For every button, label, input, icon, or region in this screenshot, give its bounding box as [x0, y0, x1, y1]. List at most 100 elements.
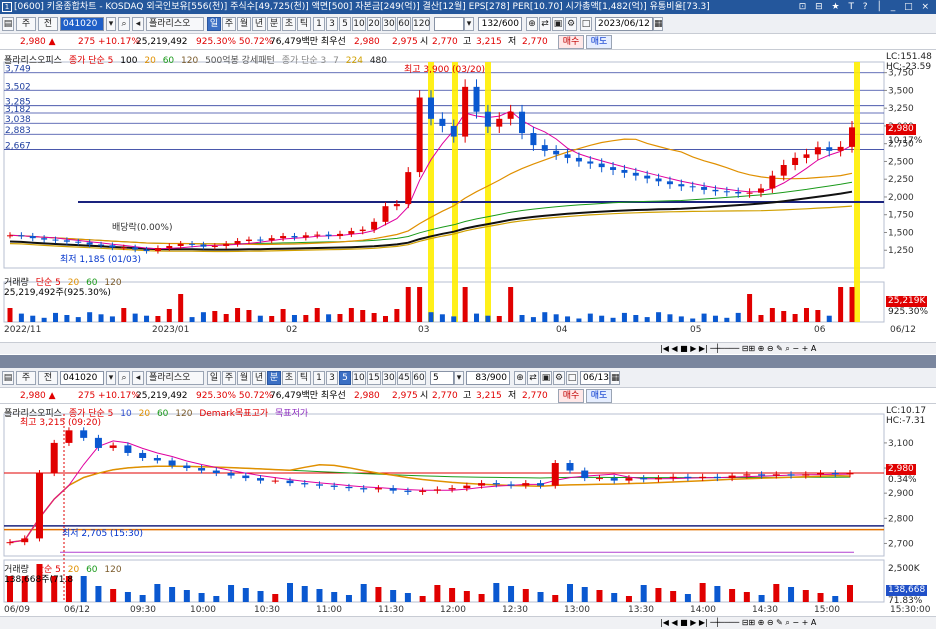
minute-120-btn[interactable]: 120 — [412, 17, 430, 31]
stock-type-select[interactable]: 주 — [16, 371, 36, 385]
minute-30-btn[interactable]: 30 — [382, 17, 396, 31]
calendar-icon[interactable]: ▦ — [610, 371, 620, 385]
y-axis-label: 2,250 — [888, 175, 914, 185]
volume-bar — [371, 313, 377, 322]
search-icon[interactable]: ⌕ — [118, 371, 130, 385]
daily-price-chart[interactable]: 3,7503,5003,2503,0002,7502,5002,2502,000… — [0, 50, 936, 342]
volume-bar — [87, 312, 93, 322]
minute-30-btn[interactable]: 30 — [382, 371, 396, 385]
candle-body — [41, 238, 48, 240]
interval-input[interactable]: 5 — [430, 371, 454, 385]
settings-icon[interactable]: ⚙ — [553, 371, 565, 385]
bottom-chart-panel[interactable]: 3,1003,0002,9002,8002,70006/0906/1209:30… — [0, 404, 936, 616]
top-scrollbar[interactable]: |◀ ◀ ■ ▶ ▶| ─┼──── ⊟⊞ ⊕ ⊖ ✎ ⌕ − + A — [0, 342, 936, 354]
volume-bar — [316, 589, 323, 602]
minute-5-btn[interactable]: 5 — [339, 17, 351, 31]
save-icon[interactable]: ▣ — [552, 17, 564, 31]
date-input[interactable]: 2023/06/12 — [595, 17, 653, 31]
legend-ma10: 10 — [120, 409, 132, 419]
link-icon[interactable]: ⇄ — [539, 17, 551, 31]
sell-button[interactable]: 매도 — [586, 35, 612, 49]
prev-next-icon[interactable]: ◂ — [132, 17, 144, 31]
minute-price-chart[interactable]: 3,1003,0002,9002,8002,70006/0906/1209:30… — [0, 404, 936, 616]
volume-bar — [189, 317, 195, 322]
legend-ma7: 7 — [333, 56, 339, 66]
volume-bar — [611, 593, 618, 602]
volume-bar — [257, 315, 263, 322]
bar-count-field[interactable]: 132/600 — [478, 17, 522, 31]
minute-20-btn[interactable]: 20 — [367, 17, 381, 31]
period-month-tab[interactable]: 월 — [237, 371, 251, 385]
candle-body — [837, 146, 844, 151]
minute-1-btn[interactable]: 1 — [313, 17, 325, 31]
stock-name-field[interactable]: 폴라리스오 — [146, 17, 204, 31]
period-day-tab[interactable]: 일 — [207, 17, 221, 31]
save-icon[interactable]: ▣ — [540, 371, 552, 385]
period-year-tab[interactable]: 년 — [252, 371, 266, 385]
stock-name-field[interactable]: 폴라리스오 — [146, 371, 204, 385]
settings-icon[interactable]: ⚙ — [565, 17, 577, 31]
minute-60-btn[interactable]: 60 — [412, 371, 426, 385]
top-volume-pct: 925.30% — [888, 307, 929, 317]
volume-bar — [519, 315, 525, 322]
candle-body — [393, 204, 400, 207]
prev-next-icon[interactable]: ◂ — [132, 371, 144, 385]
minute-45-btn[interactable]: 45 — [397, 371, 411, 385]
panel-menu-icon[interactable]: ▤ — [2, 17, 14, 31]
volume-bar — [223, 314, 229, 322]
bottom-chart-nav[interactable]: |◀ ◀ ■ ▶ ▶| ─┼──── ⊟⊞ ⊕ ⊖ ✎ ⌕ − + A — [660, 617, 816, 628]
minute-3-btn[interactable]: 3 — [326, 17, 338, 31]
buy-button[interactable]: 매수 — [558, 35, 584, 49]
buy-button[interactable]: 매수 — [558, 389, 584, 403]
minute-10-btn[interactable]: 10 — [352, 17, 366, 31]
period-second-tab[interactable]: 초 — [282, 371, 296, 385]
stock-code-input[interactable]: 041020 — [60, 17, 104, 31]
interval-dropdown-icon[interactable]: ▾ — [454, 371, 464, 385]
code-dropdown-icon[interactable]: ▾ — [106, 17, 116, 31]
y-axis-label: 1,750 — [888, 211, 914, 221]
custom-period-input[interactable] — [434, 17, 464, 31]
date-input[interactable]: 06/13 — [580, 371, 610, 385]
period-dropdown-icon[interactable]: ▾ — [464, 17, 474, 31]
stock-code-input[interactable]: 041020 — [60, 371, 104, 385]
period-day-tab[interactable]: 일 — [207, 371, 221, 385]
bottom-scrollbar[interactable]: |◀ ◀ ■ ▶ ▶| ─┼──── ⊟⊞ ⊕ ⊖ ✎ ⌕ − + A — [0, 616, 936, 629]
minute-10-btn[interactable]: 10 — [352, 371, 366, 385]
zoom-icon[interactable]: ⊕ — [526, 17, 538, 31]
panel-menu-icon[interactable]: ▤ — [2, 371, 14, 385]
link-icon[interactable]: ⇄ — [527, 371, 539, 385]
period-tick-tab[interactable]: 틱 — [297, 371, 311, 385]
period-week-tab[interactable]: 주 — [222, 17, 236, 31]
period-week-tab[interactable]: 주 — [222, 371, 236, 385]
stock-type-select[interactable]: 주 — [16, 17, 36, 31]
minute-5-btn[interactable]: 5 — [339, 371, 351, 385]
minute-60-btn[interactable]: 60 — [397, 17, 411, 31]
candle-body — [325, 234, 332, 237]
calendar-icon[interactable]: ▦ — [653, 17, 663, 31]
minute-15-btn[interactable]: 15 — [367, 371, 381, 385]
date-checkbox[interactable]: □ — [580, 17, 592, 31]
volume-bar — [712, 315, 718, 322]
period-month-tab[interactable]: 월 — [237, 17, 251, 31]
period-year-tab[interactable]: 년 — [252, 17, 266, 31]
code-dropdown-icon[interactable]: ▾ — [106, 371, 116, 385]
period-minute-tab[interactable]: 분 — [267, 371, 281, 385]
market-select[interactable]: 전 — [38, 17, 58, 31]
period-second-tab[interactable]: 초 — [282, 17, 296, 31]
period-minute-tab[interactable]: 분 — [267, 17, 281, 31]
zoom-icon[interactable]: ⊕ — [514, 371, 526, 385]
volume-bar — [53, 312, 59, 322]
minute-3-btn[interactable]: 3 — [326, 371, 338, 385]
volume-bar — [802, 590, 809, 602]
top-chart-nav[interactable]: |◀ ◀ ■ ▶ ▶| ─┼──── ⊟⊞ ⊕ ⊖ ✎ ⌕ − + A — [660, 343, 816, 354]
sell-button[interactable]: 매도 — [586, 389, 612, 403]
window-controls[interactable]: ⊡ ⊟ ★ T ? │ _ □ × — [799, 0, 932, 14]
top-chart-panel[interactable]: 3,7503,5003,2503,0002,7502,5002,2502,000… — [0, 50, 936, 342]
period-tick-tab[interactable]: 틱 — [297, 17, 311, 31]
bar-count-field[interactable]: 83/900 — [466, 371, 510, 385]
date-checkbox[interactable]: □ — [566, 371, 578, 385]
market-select[interactable]: 전 — [38, 371, 58, 385]
trade-amount: 76,479백만 최우선 — [270, 391, 346, 401]
search-icon[interactable]: ⌕ — [118, 17, 130, 31]
minute-1-btn[interactable]: 1 — [313, 371, 325, 385]
